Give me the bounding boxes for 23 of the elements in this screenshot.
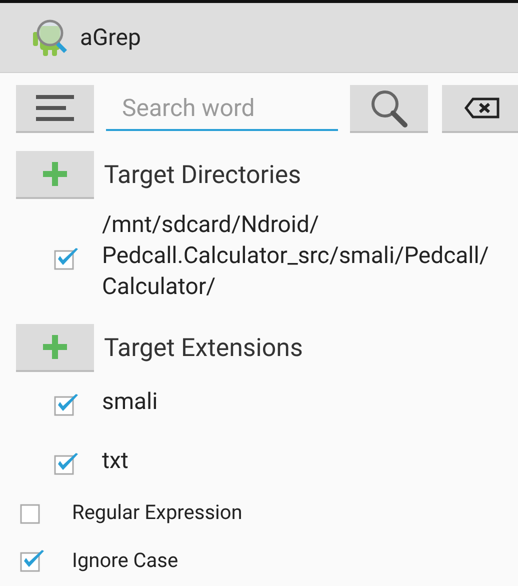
menu-button[interactable] <box>16 85 94 133</box>
app-title: aGrep <box>80 24 141 51</box>
menu-icon <box>36 94 74 122</box>
section-header: Target Directories <box>104 160 302 190</box>
checkbox[interactable] <box>54 450 80 474</box>
clear-button[interactable] <box>442 85 518 133</box>
checkbox[interactable] <box>54 246 80 270</box>
directory-path: /mnt/sdcard/Ndroid/Pedcall.Calculator_src/smali/Pedcall/Calculator/ <box>102 210 490 302</box>
extension-label: txt <box>102 446 128 476</box>
add-button[interactable] <box>16 151 94 199</box>
option-label: Ignore Case <box>72 548 178 572</box>
checkbox[interactable] <box>54 392 80 416</box>
backspace-icon <box>464 97 500 119</box>
section-header: Target Extensions <box>104 334 303 362</box>
checkbox[interactable] <box>20 548 46 572</box>
plus-icon <box>43 162 67 186</box>
search-icon <box>369 88 409 128</box>
plus-icon <box>43 335 67 359</box>
extension-label: smali <box>102 387 158 417</box>
search-button[interactable] <box>350 85 428 133</box>
option-label: Regular Expression <box>72 500 242 524</box>
add-button[interactable] <box>16 324 94 372</box>
search-field[interactable]: Search word <box>106 87 338 131</box>
